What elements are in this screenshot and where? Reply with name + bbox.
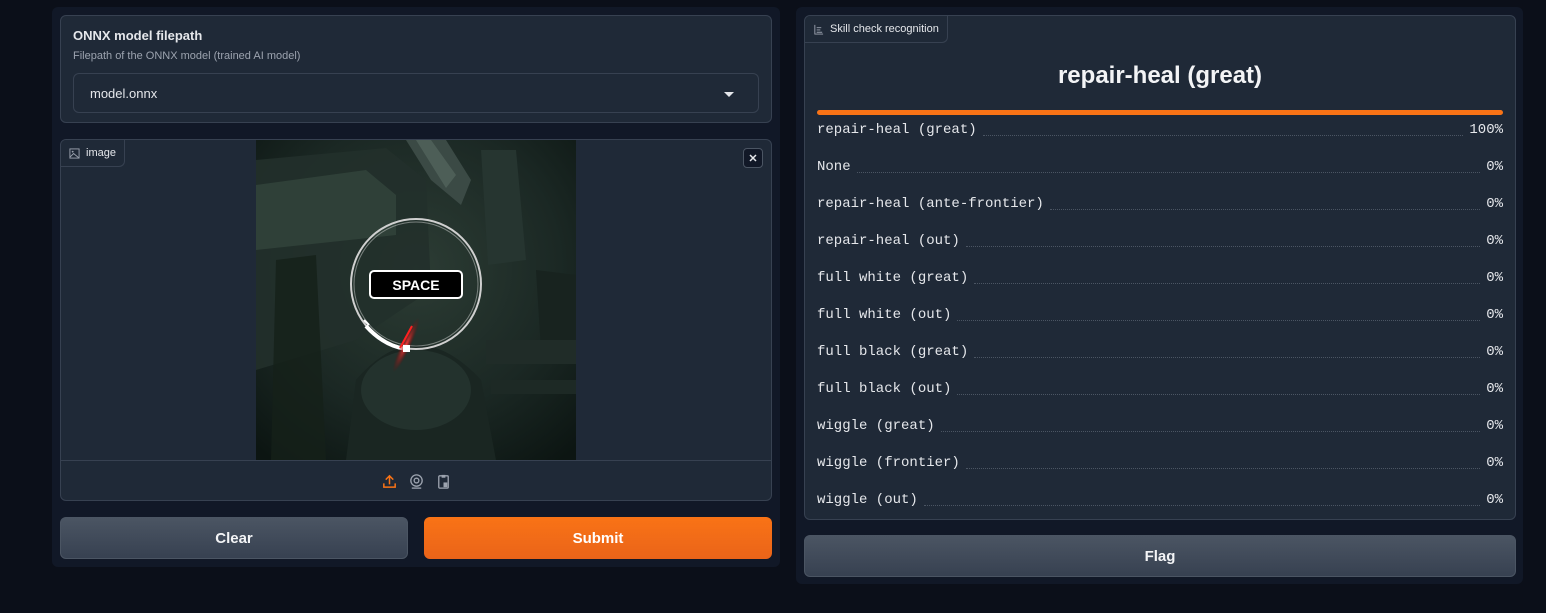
model-select-value: model.onnx — [90, 86, 158, 101]
confidence-label: repair-heal (great) — [817, 122, 977, 138]
confidence-value: 0% — [1486, 492, 1503, 508]
confidence-label: repair-heal (ante-frontier) — [817, 196, 1044, 212]
output-label-tag: Skill check recognition — [805, 16, 948, 43]
dotted-leader — [957, 307, 1481, 321]
confidence-row[interactable]: full black (great) 0% — [817, 341, 1503, 378]
confidence-value: 100% — [1469, 122, 1503, 138]
output-label-text: Skill check recognition — [830, 23, 939, 35]
chevron-down-icon — [724, 92, 734, 97]
confidence-value: 0% — [1486, 196, 1503, 212]
confidence-label: repair-heal (out) — [817, 233, 960, 249]
confidence-row[interactable]: repair-heal (great) 100% — [817, 119, 1503, 156]
upload-icon[interactable] — [381, 473, 398, 490]
dotted-leader — [940, 418, 1481, 432]
confidence-label: full white (out) — [817, 307, 952, 323]
dotted-leader — [974, 270, 1481, 284]
image-label-text: image — [86, 147, 116, 159]
skill-check-label-block: Skill check recognition repair-heal (gre… — [804, 15, 1516, 520]
confidence-list: repair-heal (great) 100% None 0% repair-heal… — [817, 119, 1503, 519]
confidence-label: wiggle (out) — [817, 492, 918, 508]
output-column: Skill check recognition repair-heal (gre… — [796, 7, 1523, 584]
confidence-label: wiggle (great) — [817, 418, 935, 434]
confidence-row[interactable]: repair-heal (ante-frontier) 0% — [817, 193, 1503, 230]
flag-button[interactable]: Flag — [804, 535, 1516, 577]
confidence-row[interactable]: None 0% — [817, 156, 1503, 193]
close-icon — [749, 154, 757, 162]
image-input-block: image SPACE — [60, 139, 772, 501]
top-confidence-bar — [817, 110, 1503, 115]
dotted-leader — [974, 344, 1481, 358]
confidence-value: 0% — [1486, 455, 1503, 471]
image-label-tag: image — [61, 140, 125, 167]
confidence-label: full black (out) — [817, 381, 952, 397]
confidence-value: 0% — [1486, 381, 1503, 397]
confidence-row[interactable]: full white (out) 0% — [817, 304, 1503, 341]
confidence-label: None — [817, 159, 851, 175]
confidence-row[interactable]: wiggle (out) 0% — [817, 489, 1503, 519]
clipboard-icon[interactable] — [435, 473, 452, 490]
dropdown-info: Filepath of the ONNX model (trained AI m… — [73, 50, 301, 62]
dotted-leader — [957, 381, 1481, 395]
dropdown-label: ONNX model filepath — [73, 28, 203, 43]
clear-button[interactable]: Clear — [60, 517, 408, 559]
model-dropdown-block: ONNX model filepath Filepath of the ONNX… — [60, 15, 772, 123]
dotted-leader — [965, 233, 1481, 247]
confidence-row[interactable]: full black (out) 0% — [817, 378, 1503, 415]
space-key-text: SPACE — [392, 277, 439, 293]
uploaded-image: SPACE — [256, 140, 576, 460]
dotted-leader — [1049, 196, 1481, 210]
confidence-value: 0% — [1486, 418, 1503, 434]
confidence-row[interactable]: full white (great) 0% — [817, 267, 1503, 304]
confidence-value: 0% — [1486, 233, 1503, 249]
confidence-value: 0% — [1486, 344, 1503, 360]
clear-image-button[interactable] — [743, 148, 763, 168]
confidence-row[interactable]: repair-heal (out) 0% — [817, 230, 1503, 267]
confidence-label: wiggle (frontier) — [817, 455, 960, 471]
image-icon — [69, 147, 80, 159]
dotted-leader — [923, 492, 1481, 506]
image-source-toolbar — [61, 460, 771, 500]
predicted-class: repair-heal (great) — [1057, 62, 1263, 89]
dotted-leader — [856, 159, 1481, 173]
confidence-value: 0% — [1486, 270, 1503, 286]
confidence-label: full black (great) — [817, 344, 969, 360]
webcam-icon[interactable] — [408, 473, 425, 490]
input-column: ONNX model filepath Filepath of the ONNX… — [52, 7, 780, 567]
confidence-value: 0% — [1486, 159, 1503, 175]
dotted-leader — [982, 122, 1464, 136]
confidence-row[interactable]: wiggle (frontier) 0% — [817, 452, 1503, 489]
confidence-label: full white (great) — [817, 270, 969, 286]
confidence-row[interactable]: wiggle (great) 0% — [817, 415, 1503, 452]
dotted-leader — [965, 455, 1481, 469]
submit-button[interactable]: Submit — [424, 517, 772, 559]
confidence-value: 0% — [1486, 307, 1503, 323]
model-select[interactable]: model.onnx — [73, 73, 759, 113]
label-icon — [814, 24, 824, 35]
